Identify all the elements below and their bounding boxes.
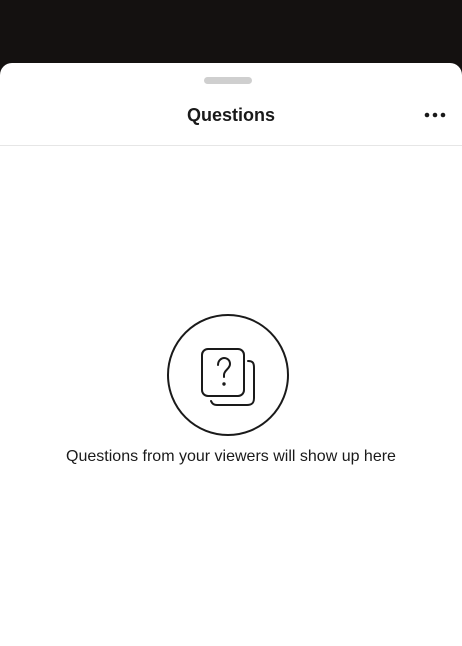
sheet-drag-handle[interactable] bbox=[204, 77, 252, 84]
header-divider bbox=[0, 145, 462, 146]
empty-state-message: Questions from your viewers will show up… bbox=[66, 448, 396, 465]
sheet-title: Questions bbox=[186, 105, 275, 125]
more-horizontal-icon bbox=[424, 112, 446, 118]
question-cards-icon bbox=[167, 314, 289, 436]
questions-sheet: Questions Questions from your viewers wi… bbox=[0, 63, 462, 646]
more-options-button[interactable] bbox=[420, 104, 450, 126]
